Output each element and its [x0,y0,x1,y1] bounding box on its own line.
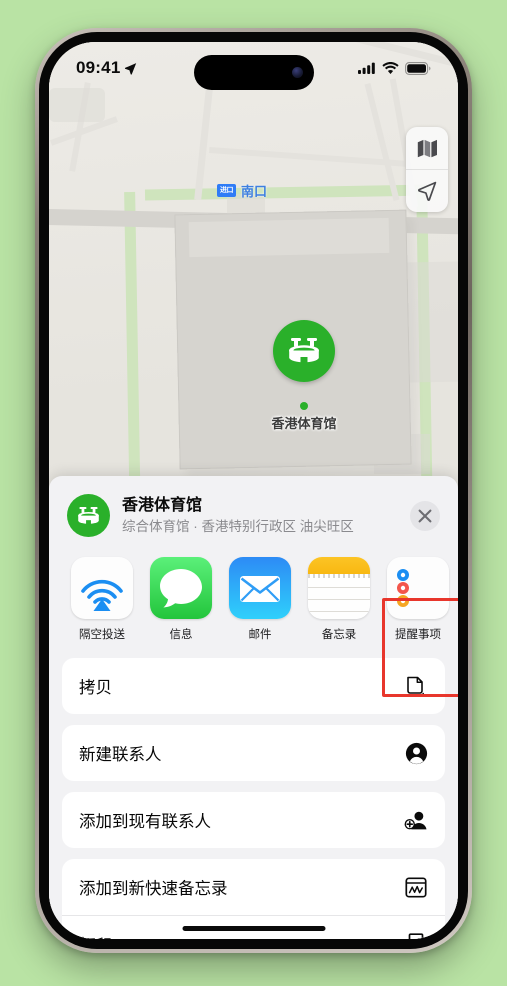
status-bar-right [358,61,431,75]
share-app-mail[interactable]: 邮件 [229,557,291,642]
share-app-label: 信息 [169,629,193,641]
share-sheet-header: 香港体育馆 综合体育馆 · 香港特别行政区 油尖旺区 [49,476,458,551]
action-copy[interactable]: 拷贝 [62,658,445,714]
dynamic-island [193,55,314,90]
action-add-to-existing-contact[interactable]: 添加到现有联系人 [62,792,445,848]
action-label: 拷贝 [79,679,112,697]
add-to-contact-icon [404,808,428,832]
folded-map-icon [417,139,437,157]
action-add-to-quick-note[interactable]: 添加到新快速备忘录 [62,859,445,915]
share-sheet-title: 香港体育馆 [122,496,203,514]
close-button[interactable] [410,500,440,531]
share-sheet-titles: 香港体育馆 综合体育馆 · 香港特别行政区 油尖旺区 [122,496,410,536]
screenshot-stage: 进口 南口 香港体育馆 09:41 香港体育馆 综合体育馆 · 香港特别行政区 … [0,0,507,986]
action-label: 新建联系人 [79,746,162,764]
copy-icon [404,674,428,698]
map-poi-marker[interactable]: 香港体育馆 [271,320,337,431]
action-group: 拷贝 [62,658,445,714]
status-bar-left: 09:41 [76,58,137,78]
navigation-arrow-icon [417,181,437,201]
status-bar-time: 09:41 [76,58,121,77]
action-new-contact[interactable]: 新建联系人 [62,725,445,781]
locate-me-button[interactable] [406,169,448,212]
share-sheet-poi-icon [67,494,110,537]
new-contact-icon [404,741,428,765]
iphone-device-frame: 进口 南口 香港体育馆 09:41 香港体育馆 综合体育馆 · 香港特别行政区 … [35,28,472,953]
action-label: 添加到现有联系人 [79,813,211,831]
poi-pin-shape [273,320,335,382]
share-app-notes[interactable]: 备忘录 [308,557,370,642]
poi-label: 香港体育馆 [271,416,337,431]
map-building [403,261,458,383]
cellular-bars-icon [358,62,375,74]
mail-icon [229,557,291,619]
battery-icon [405,61,431,75]
close-icon [418,509,432,522]
home-indicator[interactable] [182,926,325,931]
share-app-messages[interactable]: 信息 [150,557,212,642]
share-action-list: 拷贝 新建联系人 添加到现有联系人 添加到新快速备忘录 [49,646,458,939]
action-label: 添加到新快速备忘录 [79,880,228,898]
stadium-icon [78,506,99,524]
poi-anchor-dot [300,402,308,410]
map-type-button[interactable] [406,127,448,169]
wifi-icon [382,62,399,74]
share-sheet: 香港体育馆 综合体育馆 · 香港特别行政区 油尖旺区 隔空投送 信息 邮件 备忘… [49,476,458,939]
share-sheet-subtitle: 综合体育馆 · 香港特别行政区 油尖旺区 [122,518,354,534]
map-exit-label: 进口 南口 [217,181,267,200]
location-arrow-icon [125,62,137,75]
share-app-reminders[interactable]: 提醒事项 [387,557,449,642]
metro-exit-badge: 进口 [217,184,236,197]
share-app-airdrop[interactable]: 隔空投送 [71,557,133,642]
messages-icon [150,557,212,619]
printer-icon [404,932,428,939]
reminders-icon [387,557,449,619]
phone-screen: 进口 南口 香港体育馆 09:41 香港体育馆 综合体育馆 · 香港特别行政区 … [49,42,458,939]
share-app-label: 隔空投送 [79,629,125,641]
notes-icon [308,557,370,619]
share-app-label: 备忘录 [321,629,357,641]
stadium-icon [289,338,319,363]
map-coliseum-roof [188,217,390,258]
action-label: 打印 [79,932,112,940]
metro-exit-text: 南口 [241,184,268,199]
quick-note-icon [404,875,428,899]
map-controls-panel [406,127,448,212]
share-app-label: 提醒事项 [395,629,441,641]
action-group: 添加到现有联系人 [62,792,445,848]
front-camera-icon [291,67,303,78]
share-app-label: 邮件 [248,629,272,641]
airdrop-icon [71,557,133,619]
action-group: 新建联系人 [62,725,445,781]
share-app-row[interactable]: 隔空投送 信息 邮件 备忘录 提醒事项 [49,551,458,646]
